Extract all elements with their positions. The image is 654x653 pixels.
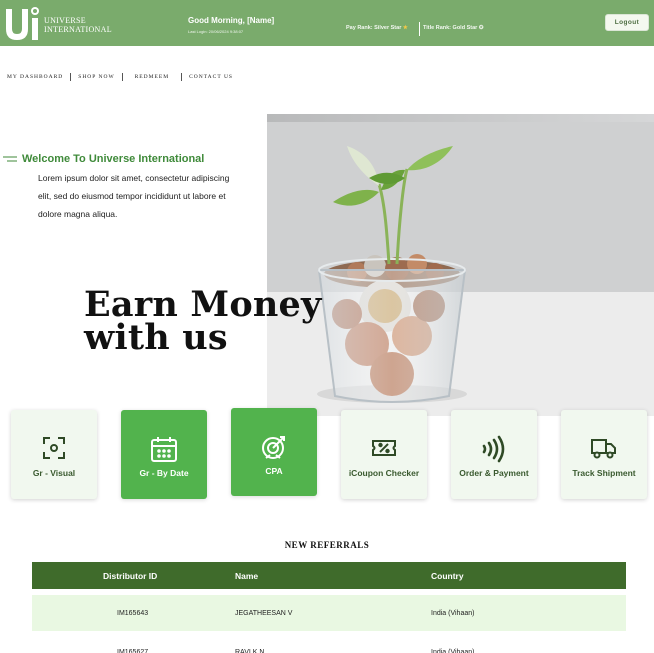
nav-separator <box>181 73 183 81</box>
nav-separator <box>121 73 123 81</box>
cell-name: JEGATHEESAN V <box>235 609 293 617</box>
title-rank: Title Rank: Gold Star ✪ <box>423 25 483 31</box>
card-label: CPA <box>265 466 283 476</box>
intro-paragraph: Lorem ipsum dolor sit amet, consectetur … <box>38 173 230 219</box>
rank-divider <box>419 22 420 36</box>
brand-line-2: INTERNATIONAL <box>44 25 112 34</box>
nav-contact-us[interactable]: CONTACT US <box>189 74 233 80</box>
column-header-distributor-id[interactable]: Distributor ID <box>103 562 157 589</box>
universe-international-logo[interactable] <box>3 3 43 43</box>
card-cpa[interactable]: CPA <box>231 408 317 496</box>
card-label: Order & Payment <box>459 468 529 478</box>
card-gr-by-date[interactable]: Gr - By Date <box>121 410 207 499</box>
star-icon: ★ <box>402 25 408 31</box>
cell-distributor-id: IM165627 <box>117 648 149 653</box>
title-rank-label: Title Rank: Gold Star <box>423 25 478 31</box>
column-header-country[interactable]: Country <box>431 562 464 589</box>
logout-button[interactable]: Logout <box>605 14 649 31</box>
pay-rank-label: Pay Rank: Silver Star <box>346 25 402 31</box>
scan-focus-icon <box>11 435 97 463</box>
cell-distributor-id: IM165643 <box>117 609 149 617</box>
cell-name: RAVI K.N. <box>235 648 267 653</box>
card-order-payment[interactable]: Order & Payment <box>451 410 537 499</box>
card-label: Gr - Visual <box>32 468 76 478</box>
calendar-icon <box>121 435 207 463</box>
hero-plant-coins-image <box>267 74 654 416</box>
headline-line-2: with us <box>84 317 228 358</box>
coupon-icon <box>341 435 427 463</box>
cell-country: India (Vihaan) <box>431 609 475 617</box>
card-label: Track Shipment <box>572 468 636 478</box>
card-label: Gr - By Date <box>139 468 189 478</box>
main-nav: MY DASHBOARD SHOP NOW REDMEEM CONTACT US <box>7 72 233 82</box>
card-track-shipment[interactable]: Track Shipment <box>561 410 647 499</box>
contactless-icon <box>451 435 537 463</box>
cell-country: India (Vihaan) <box>431 648 475 653</box>
greeting-text: Good Morning, [Name] <box>188 16 275 25</box>
nav-separator <box>70 73 72 81</box>
nav-shop-now[interactable]: SHOP NOW <box>78 74 114 80</box>
brand-line-1: UNIVERSE <box>44 16 86 25</box>
medal-icon: ✪ <box>478 25 484 31</box>
nav-redeem[interactable]: REDMEEM <box>135 74 170 80</box>
pay-rank: Pay Rank: Silver Star ★ <box>346 25 408 31</box>
brand-name: UNIVERSE INTERNATIONAL <box>44 16 112 34</box>
card-icoupon-checker[interactable]: iCoupon Checker <box>341 410 427 499</box>
table-row[interactable]: IM165627 RAVI K.N. India (Vihaan) <box>32 634 626 653</box>
new-referrals-title: NEW REFERRALS <box>284 540 370 550</box>
card-gr-visual[interactable]: Gr - Visual <box>11 410 97 499</box>
welcome-accent-icon <box>3 156 17 162</box>
truck-icon <box>561 435 647 463</box>
referrals-table-header: Distributor ID Name Country <box>32 562 626 589</box>
welcome-heading: Welcome To Universe International <box>22 153 205 165</box>
earn-money-headline: Earn Money with us <box>84 287 322 358</box>
table-row[interactable]: IM165643 JEGATHEESAN V India (Vihaan) <box>32 595 626 631</box>
column-header-name[interactable]: Name <box>235 562 258 589</box>
last-login-text: Last Login: 20/06/2024 9:38:07 <box>188 29 244 34</box>
card-label: iCoupon Checker <box>348 468 420 478</box>
nav-my-dashboard[interactable]: MY DASHBOARD <box>7 74 63 80</box>
target-icon <box>231 433 317 461</box>
top-header-bar: UNIVERSE INTERNATIONAL Good Morning, [Na… <box>0 0 654 46</box>
